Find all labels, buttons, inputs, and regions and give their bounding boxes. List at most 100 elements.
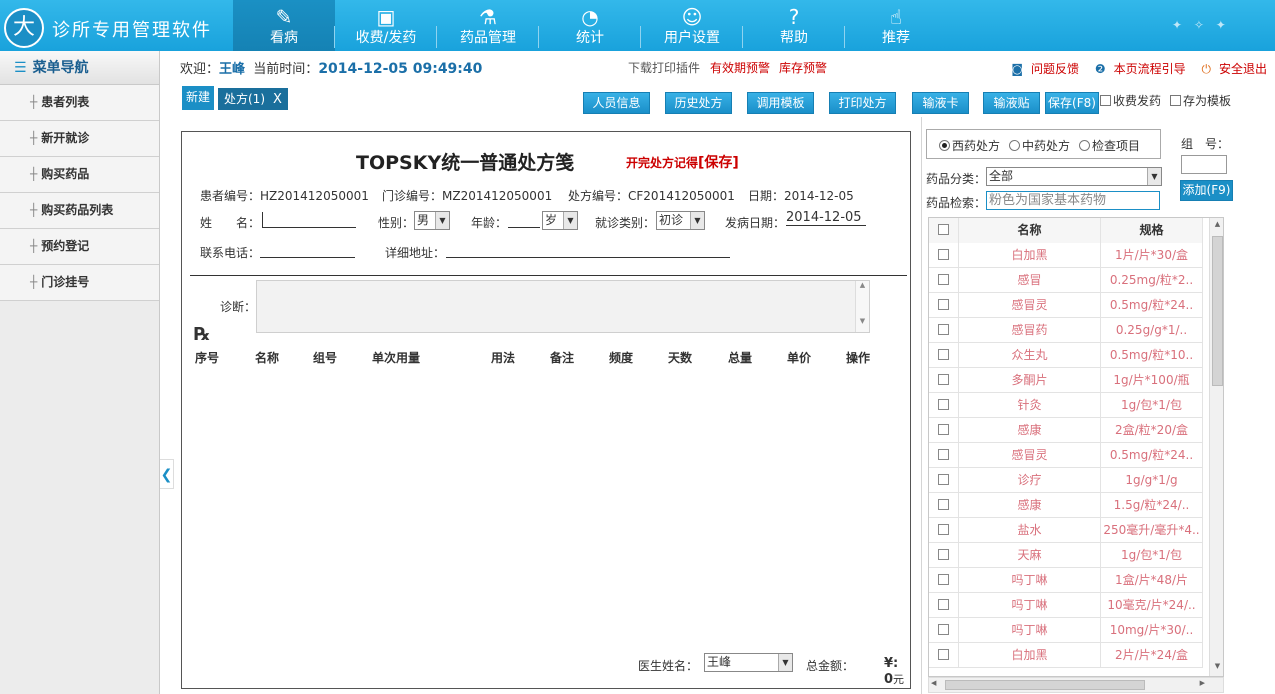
row-checkbox[interactable] [929, 418, 959, 443]
row-checkbox[interactable] [929, 343, 959, 368]
table-row[interactable]: 吗丁啉 10毫克/片*24/.. [929, 593, 1203, 618]
row-checkbox[interactable] [929, 243, 959, 268]
select-value: 岁 [545, 213, 558, 227]
phone-input[interactable] [260, 242, 355, 258]
header-links: ◙ 问题反馈 ❷ 本页流程引导 ⏻ 安全退出 [999, 60, 1267, 77]
row-checkbox[interactable] [929, 318, 959, 343]
sidebar-item-registration[interactable]: ┼ 门诊挂号 [0, 265, 159, 301]
infusion-card-button[interactable]: 输液卡 [912, 92, 969, 114]
exam-item-radio[interactable]: 检查项目 [1079, 137, 1140, 154]
table-vertical-scrollbar[interactable]: ▲ ▼ [1209, 218, 1223, 676]
nav-item-stats[interactable]: ◔ 统计 [539, 0, 641, 51]
table-row[interactable]: 诊疗 1g/g*1/g [929, 468, 1203, 493]
doctor-select[interactable]: 王峰 ▼ [704, 653, 793, 672]
logout-link[interactable]: ⏻ 安全退出 [1195, 62, 1267, 76]
table-row[interactable]: 感冒灵 0.5mg/粒*24.. [929, 443, 1203, 468]
column-header: 用法 [491, 351, 516, 365]
visit-type-select[interactable]: 初诊 ▼ [656, 211, 705, 230]
name-input[interactable] [262, 212, 356, 228]
row-checkbox[interactable] [929, 593, 959, 618]
table-row[interactable]: 感冒灵 0.5mg/粒*24.. [929, 293, 1203, 318]
row-checkbox[interactable] [929, 443, 959, 468]
drug-search-input[interactable]: 粉色为国家基本药物 [986, 191, 1160, 210]
sidebar-item-patients[interactable]: ┼ 患者列表 [0, 85, 159, 121]
table-row[interactable]: 吗丁啉 1盒/片*48/片 [929, 568, 1203, 593]
charge-dispense-checkbox[interactable]: 收费发药 [1100, 92, 1161, 109]
sidebar-item-new-visit[interactable]: ┼ 新开就诊 [0, 121, 159, 157]
table-row[interactable]: 白加黑 2片/片*24/盒 [929, 643, 1203, 668]
table-row[interactable]: 针灸 1g/包*1/包 [929, 393, 1203, 418]
nav-item-consult[interactable]: ✎ 看病 [233, 0, 335, 51]
select-all-checkbox[interactable] [929, 218, 959, 243]
sidebar-item-buy-drugs[interactable]: ┼ 购买药品 [0, 157, 159, 193]
row-checkbox[interactable] [929, 468, 959, 493]
feedback-link[interactable]: ◙ 问题反馈 [1005, 62, 1079, 76]
drug-name: 天麻 [959, 543, 1101, 568]
nav-item-charge[interactable]: ▣ 收费/发药 [335, 0, 437, 51]
table-row[interactable]: 感冒 0.25mg/粒*2.. [929, 268, 1203, 293]
add-drug-button[interactable]: 添加(F9) [1180, 180, 1233, 201]
group-number-input[interactable] [1181, 155, 1227, 174]
gender-select[interactable]: 男 ▼ [414, 211, 450, 230]
drug-name: 感冒药 [959, 318, 1101, 343]
history-prescription-button[interactable]: 历史处方 [665, 92, 732, 114]
sidebar-item-appointment[interactable]: ┼ 预约登记 [0, 229, 159, 265]
western-rx-radio[interactable]: 西药处方 [939, 137, 1000, 154]
row-checkbox[interactable] [929, 643, 959, 668]
nav-label: 用户设置 [664, 30, 720, 46]
row-checkbox[interactable] [929, 568, 959, 593]
nav-item-help[interactable]: ? 帮助 [743, 0, 845, 51]
save-link[interactable]: [保存] [698, 155, 739, 171]
row-checkbox[interactable] [929, 293, 959, 318]
scrollbar-thumb[interactable] [1212, 236, 1223, 386]
row-checkbox[interactable] [929, 268, 959, 293]
table-row[interactable]: 吗丁啉 10mg/片*30/.. [929, 618, 1203, 643]
sidebar-item-buy-drugs-list[interactable]: ┼ 购买药品列表 [0, 193, 159, 229]
row-checkbox[interactable] [929, 393, 959, 418]
row-checkbox[interactable] [929, 618, 959, 643]
chinese-rx-radio[interactable]: 中药处方 [1009, 137, 1070, 154]
age-input[interactable] [508, 212, 540, 228]
age-unit-select[interactable]: 岁 ▼ [542, 211, 578, 230]
table-row[interactable]: 多酮片 1g/片*100/瓶 [929, 368, 1203, 393]
close-icon[interactable]: X [273, 92, 282, 107]
drug-spec: 1.5g/粒*24/.. [1101, 493, 1203, 518]
table-row[interactable]: 众生丸 0.5mg/粒*10.. [929, 343, 1203, 368]
load-template-button[interactable]: 调用模板 [747, 92, 814, 114]
nav-item-drugs[interactable]: ⚗ 药品管理 [437, 0, 539, 51]
column-header: 总量 [728, 351, 753, 365]
expiry-warning-link[interactable]: 有效期预警 [710, 59, 770, 76]
diagnosis-textarea[interactable]: ▲ ▼ [256, 280, 870, 333]
address-input[interactable] [446, 242, 730, 258]
flow-guide-link[interactable]: ❷ 本页流程引导 [1089, 62, 1186, 76]
row-checkbox[interactable] [929, 518, 959, 543]
table-row[interactable]: 感康 1.5g/粒*24/.. [929, 493, 1203, 518]
save-template-checkbox[interactable]: 存为模板 [1170, 92, 1231, 109]
new-button[interactable]: 新建 [182, 86, 215, 110]
checkbox-box [938, 649, 949, 660]
welcome-label: 欢迎： [180, 62, 220, 77]
scrollbar-thumb[interactable] [945, 680, 1145, 690]
tab-prescription[interactable]: 处方(1) X [218, 88, 288, 110]
collapse-sidebar-button[interactable]: ❮ [160, 459, 174, 489]
onset-date-input[interactable]: 2014-12-05 [786, 210, 866, 226]
category-select[interactable]: 全部 ▼ [986, 167, 1162, 186]
infusion-label-button[interactable]: 输液贴 [983, 92, 1040, 114]
table-row[interactable]: 感康 2盒/粒*20/盒 [929, 418, 1203, 443]
table-row[interactable]: 感冒药 0.25g/g*1/.. [929, 318, 1203, 343]
staff-info-button[interactable]: 人员信息 [583, 92, 650, 114]
nav-item-users[interactable]: ☺ 用户设置 [641, 0, 743, 51]
download-plugin-link[interactable]: 下载打印插件 [628, 59, 700, 76]
stock-warning-link[interactable]: 库存预警 [779, 59, 827, 76]
row-checkbox[interactable] [929, 493, 959, 518]
save-button[interactable]: 保存(F8) [1045, 92, 1099, 114]
table-row[interactable]: 白加黑 1片/片*30/盒 [929, 243, 1203, 268]
table-horizontal-scrollbar[interactable]: ◀ ▶ [928, 677, 1224, 693]
print-prescription-button[interactable]: 打印处方 [829, 92, 896, 114]
nav-item-recommend[interactable]: ☝ 推荐 [845, 0, 947, 51]
row-checkbox[interactable] [929, 368, 959, 393]
textarea-scrollbar[interactable]: ▲ ▼ [855, 281, 869, 332]
row-checkbox[interactable] [929, 543, 959, 568]
table-row[interactable]: 天麻 1g/包*1/包 [929, 543, 1203, 568]
table-row[interactable]: 盐水 250毫升/毫升*4.. [929, 518, 1203, 543]
